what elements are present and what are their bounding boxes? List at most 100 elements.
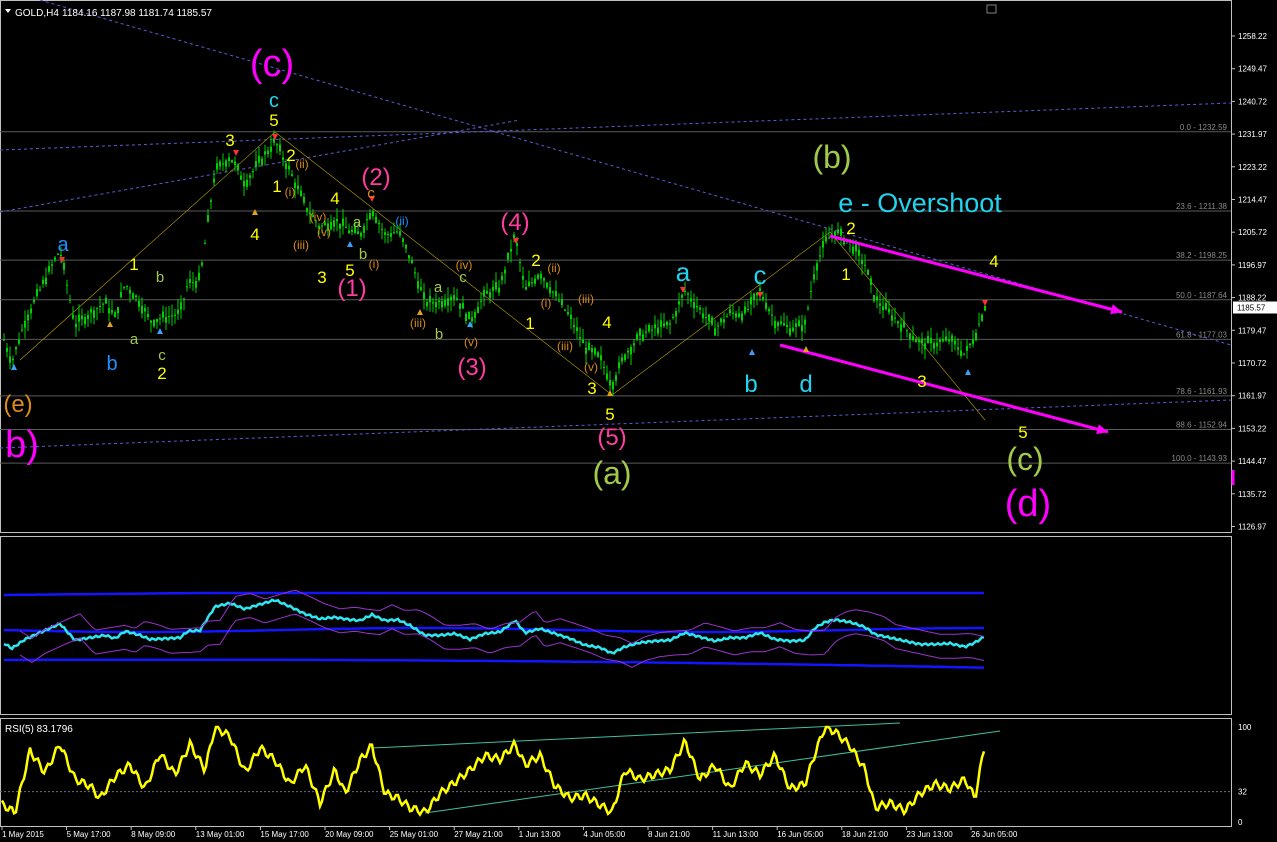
candle-body — [399, 231, 401, 236]
candle-body — [693, 302, 695, 309]
candle-body — [63, 262, 65, 270]
candle-body — [75, 323, 77, 328]
candle-body — [714, 328, 716, 336]
candle-body — [504, 269, 506, 274]
candle-body — [297, 185, 299, 190]
candle-body — [444, 299, 446, 306]
wave-label-18: (2) — [361, 164, 390, 191]
candle-body — [486, 291, 488, 294]
candle-body — [555, 291, 557, 297]
candle-body — [669, 323, 671, 325]
candle-body — [735, 313, 737, 318]
arrow-up-icon — [157, 328, 163, 334]
candle-body — [204, 243, 206, 245]
candle-body — [45, 277, 47, 285]
arrow-up-icon — [749, 349, 755, 355]
rsi-tick-label-2: 0 — [1238, 818, 1243, 827]
candle-body — [948, 339, 950, 342]
channel-middle — [3, 626, 984, 634]
candle-body — [432, 302, 434, 304]
candle-body — [621, 357, 623, 362]
candle-body — [183, 298, 185, 300]
wave-label-28: (3) — [457, 354, 486, 381]
candle-body — [237, 164, 239, 171]
candle-body — [561, 299, 563, 306]
candle-body — [93, 310, 95, 318]
wave-label-43: c — [754, 260, 767, 290]
candle-body — [123, 286, 125, 288]
candle-body — [276, 144, 278, 146]
candle-body — [768, 308, 770, 312]
candle-body — [660, 320, 662, 327]
candle-body — [138, 300, 140, 307]
wave-label-38: 3 — [587, 379, 596, 398]
candle-body — [129, 289, 131, 294]
wave-label-21: (ii) — [395, 214, 408, 228]
candle-body — [144, 307, 146, 312]
wave-label-20: (i) — [369, 257, 380, 271]
candle-body — [615, 375, 617, 381]
candle-body — [270, 146, 272, 152]
candle-body — [810, 290, 812, 293]
candle-body — [864, 264, 866, 266]
arrow-up-icon — [607, 390, 613, 396]
wave-label-1: c — [269, 90, 279, 112]
candle-body — [927, 336, 929, 344]
time-tick-label-14: 23 Jun 13:00 — [906, 830, 953, 839]
wave-label-32: (i) — [541, 296, 552, 310]
wave-label-48: 2 — [846, 219, 855, 238]
candle-body — [690, 298, 692, 302]
fib-label-1: 23.6 - 1211.38 — [1176, 202, 1228, 211]
candle-body — [369, 213, 371, 220]
time-tick-label-3: 13 May 01:00 — [196, 830, 245, 839]
candle-body — [573, 325, 575, 328]
rsi-layer: 100 32 0 — [0, 722, 1252, 827]
candle-body — [678, 301, 680, 305]
candle-body — [117, 307, 119, 314]
candle-body — [777, 322, 779, 327]
candle-body — [687, 293, 689, 295]
candle-body — [111, 310, 113, 313]
candle-body — [792, 327, 794, 332]
candle-body — [3, 339, 5, 341]
candle-body — [252, 171, 254, 173]
trendline-dashed-2 — [0, 119, 521, 213]
maximize-icon[interactable] — [986, 4, 997, 14]
wave-label-53: (c) — [1006, 441, 1043, 477]
price-tick-label-14: 1135.72 — [1238, 490, 1267, 499]
arrow-down-icon — [982, 300, 988, 306]
candle-body — [645, 331, 647, 333]
candle-body — [192, 281, 194, 283]
axis-layer: 1258.22 1249.47 1240.72 1231.97 1223.22 1214.… — [1, 32, 1277, 839]
price-tick-label-15: 1126.97 — [1238, 523, 1267, 532]
candle-body — [546, 282, 548, 288]
oscillator-upper-band — [19, 589, 985, 644]
wave-label-54: (d) — [1005, 483, 1051, 525]
rsi-title: RSI(5) 83.1796 — [5, 724, 73, 735]
wave-label-9: 4 — [330, 189, 339, 208]
wave-label-50: 4 — [989, 252, 998, 271]
wave-label-49: 1 — [841, 265, 850, 284]
candle-body — [696, 305, 698, 308]
candle-body — [933, 343, 935, 349]
chevron-down-icon[interactable] — [5, 9, 11, 13]
candle-body — [729, 309, 731, 314]
wave-line-2 — [274, 131, 613, 396]
candle-body — [762, 296, 764, 300]
candle-body — [102, 303, 104, 305]
candle-body — [558, 300, 560, 302]
candle-body — [606, 373, 608, 380]
candle-body — [162, 311, 164, 318]
candle-body — [177, 309, 179, 314]
candle-body — [702, 313, 704, 319]
wave-label-5: 1 — [272, 177, 281, 196]
candle-body — [888, 308, 890, 313]
candle-body — [84, 317, 86, 325]
candle-body — [258, 155, 260, 163]
annotation-layer: (c)c5321(ii)(i)44(iv)(v)(iii)3 5abc(2)(1)… — [3, 43, 1051, 525]
time-tick-label-0: 1 May 2015 — [2, 830, 44, 839]
wave-label-58: b — [106, 353, 117, 375]
candle-body — [420, 287, 422, 291]
candle-body — [249, 175, 251, 178]
candle-body — [150, 320, 152, 323]
